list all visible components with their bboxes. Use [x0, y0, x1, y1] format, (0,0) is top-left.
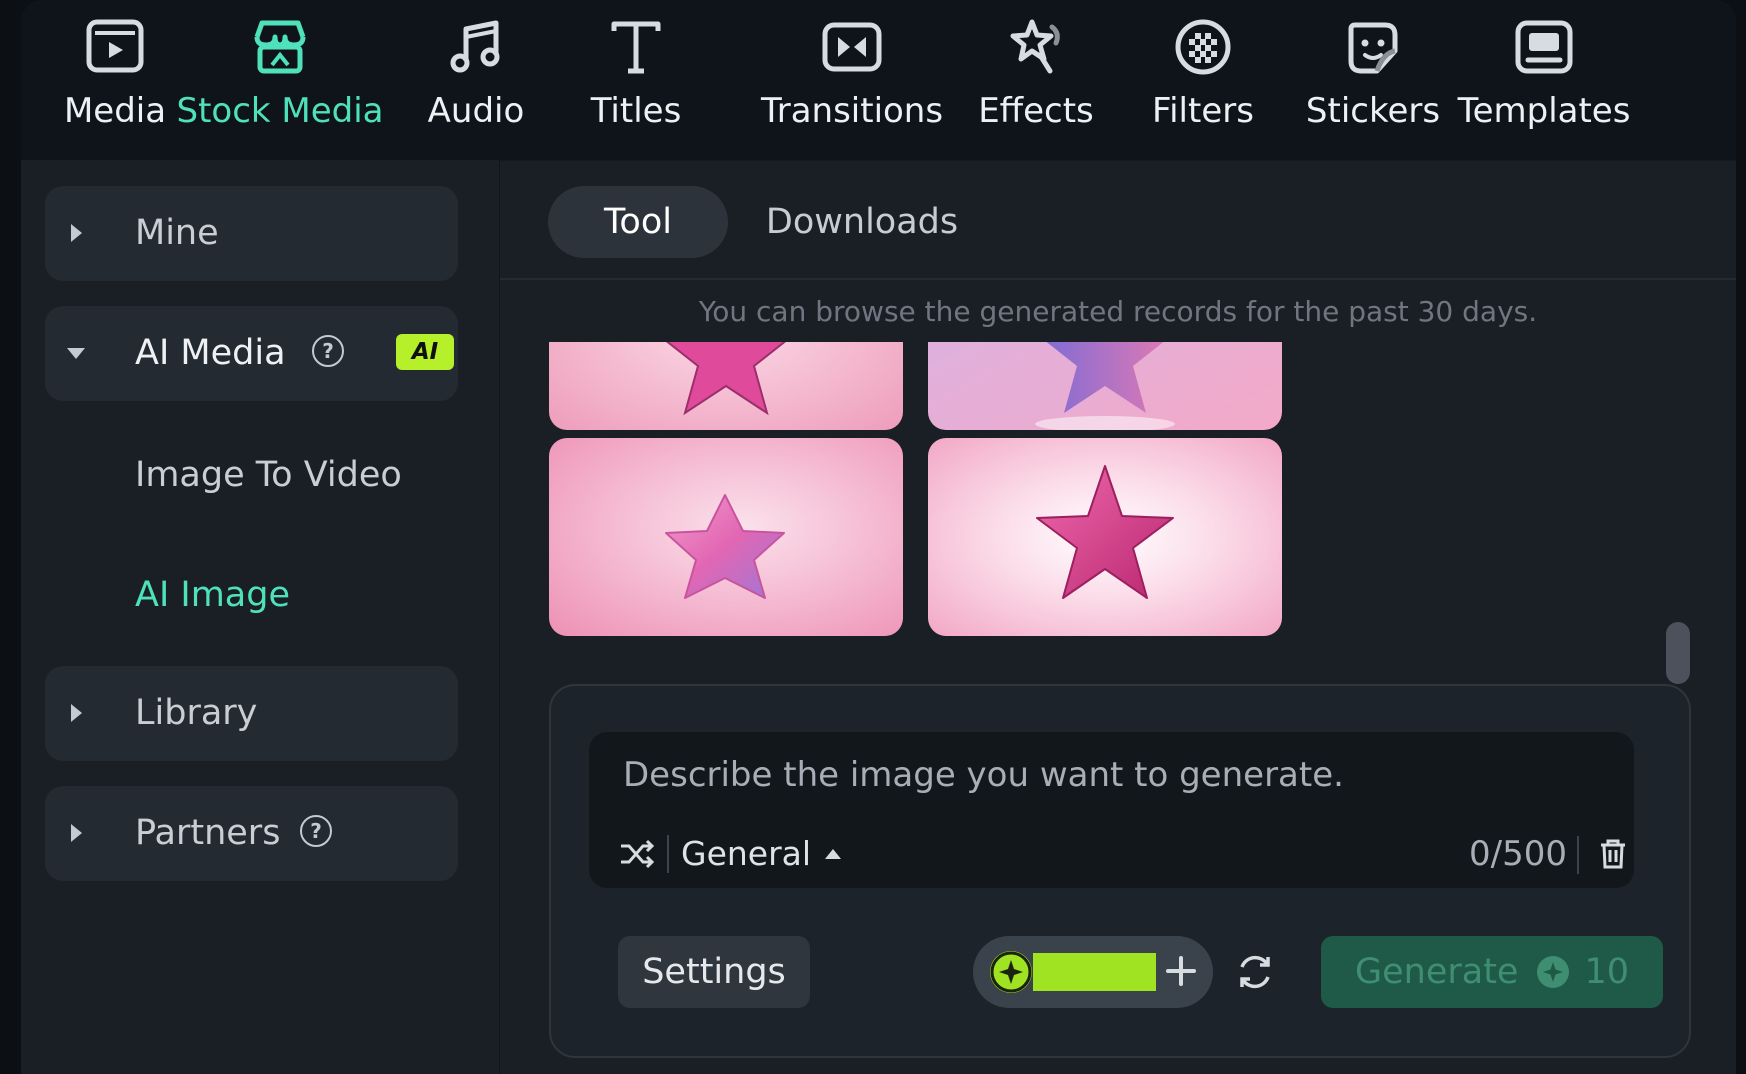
generated-image-thumbnail[interactable] — [928, 438, 1282, 636]
toolbar-label: Transitions — [760, 91, 944, 131]
stock-media-icon — [248, 15, 312, 79]
top-toolbar: Media Stock Media Audio Titles Transitio — [21, 0, 1736, 161]
generate-cost: 10 — [1584, 952, 1629, 992]
sidebar-item-mine[interactable]: Mine — [45, 186, 458, 281]
generate-label: Generate — [1354, 952, 1519, 992]
sidebar-item-image-to-video[interactable]: Image To Video — [135, 452, 402, 498]
credits-bar — [1033, 953, 1156, 991]
stickers-icon — [1341, 15, 1405, 79]
toolbar-item-stock-media[interactable]: Stock Media — [176, 0, 384, 160]
toolbar-item-templates[interactable]: Templates — [1458, 0, 1630, 160]
toolbar-item-filters[interactable]: Filters — [1147, 0, 1259, 160]
generated-image-thumbnail[interactable] — [928, 342, 1282, 430]
generate-button[interactable]: Generate 10 — [1321, 936, 1663, 1008]
ai-badge: AI — [396, 334, 454, 370]
settings-button[interactable]: Settings — [618, 936, 810, 1008]
toolbar-label: Effects — [978, 91, 1094, 131]
trash-icon[interactable] — [1595, 836, 1631, 872]
toolbar-item-media[interactable]: Media — [45, 0, 185, 160]
transitions-icon — [820, 15, 884, 79]
divider — [1577, 836, 1579, 874]
sidebar-item-ai-image[interactable]: AI Image — [135, 572, 290, 618]
prompt-box: General 0/500 — [589, 732, 1634, 888]
prompt-input[interactable] — [623, 748, 1603, 802]
tab-downloads[interactable]: Downloads — [744, 186, 980, 258]
content-tabs: Tool Downloads — [500, 160, 1736, 280]
generated-image-thumbnail[interactable] — [549, 342, 903, 430]
toolbar-label: Stock Media — [176, 91, 384, 131]
sidebar-item-label: AI Media — [135, 333, 286, 373]
app-window: Media Stock Media Audio Titles Transitio — [21, 0, 1736, 1074]
toolbar-label: Audio — [427, 91, 525, 131]
generated-image-thumbnail[interactable] — [549, 438, 903, 636]
credit-coin-icon — [990, 951, 1032, 993]
help-icon[interactable]: ? — [312, 335, 344, 367]
toolbar-item-titles[interactable]: Titles — [581, 0, 691, 160]
toolbar-label: Media — [63, 91, 167, 131]
character-counter: 0/500 — [1469, 834, 1567, 874]
titles-icon — [604, 15, 668, 79]
style-dropdown[interactable]: General — [681, 832, 811, 876]
sidebar-item-ai-media[interactable]: AI Media ? AI — [45, 306, 458, 401]
sidebar-item-library[interactable]: Library — [45, 666, 458, 761]
templates-icon — [1512, 15, 1576, 79]
shuffle-icon[interactable] — [617, 834, 657, 874]
toolbar-item-transitions[interactable]: Transitions — [761, 0, 943, 160]
sidebar-item-partners[interactable]: Partners ? — [45, 786, 458, 881]
caret-right-icon — [71, 704, 82, 722]
credits-pill — [973, 936, 1213, 1008]
style-row: General — [617, 832, 842, 876]
caret-up-icon[interactable] — [825, 849, 842, 859]
help-icon[interactable]: ? — [300, 815, 332, 847]
history-notice: You can browse the generated records for… — [698, 295, 1538, 328]
tab-tool[interactable]: Tool — [548, 186, 728, 258]
sidebar-item-label: Partners — [135, 813, 281, 853]
sidebar: Mine AI Media ? AI Image To Video AI Ima… — [21, 160, 500, 1074]
caret-right-icon — [71, 224, 82, 242]
caret-down-icon — [67, 348, 85, 359]
caret-right-icon — [71, 824, 82, 842]
divider — [667, 835, 669, 873]
refresh-icon[interactable] — [1233, 950, 1277, 994]
media-icon — [83, 15, 147, 79]
toolbar-label: Templates — [1457, 91, 1631, 131]
add-credits-button[interactable] — [1160, 950, 1202, 992]
toolbar-label: Titles — [590, 91, 682, 131]
sidebar-item-label: Library — [135, 693, 258, 733]
toolbar-label: Stickers — [1305, 91, 1441, 131]
toolbar-item-stickers[interactable]: Stickers — [1305, 0, 1441, 160]
music-note-icon — [444, 15, 508, 79]
toolbar-label: Filters — [1152, 91, 1254, 131]
filters-icon — [1171, 15, 1235, 79]
toolbar-item-audio[interactable]: Audio — [401, 0, 551, 160]
toolbar-item-effects[interactable]: Effects — [971, 0, 1101, 160]
credit-coin-icon — [1536, 955, 1570, 989]
effects-icon — [1004, 15, 1068, 79]
generated-gallery — [500, 342, 1736, 680]
sidebar-item-label: Mine — [135, 213, 219, 253]
gallery-scrollbar[interactable] — [1666, 622, 1690, 684]
